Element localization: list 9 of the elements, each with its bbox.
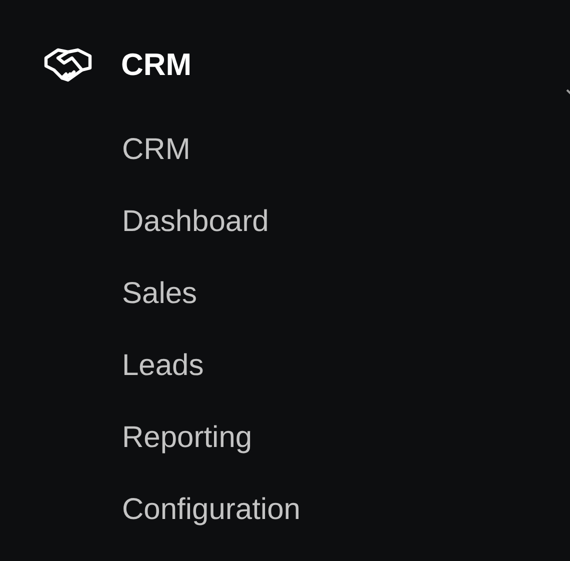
menu-item[interactable]: Sales <box>122 257 198 329</box>
menu-item[interactable]: Reporting <box>122 401 252 473</box>
menu-header[interactable]: CRM <box>0 30 570 100</box>
handshake-icon <box>44 48 92 82</box>
menu-item[interactable]: Dashboard <box>122 185 269 257</box>
menu-title: CRM <box>121 46 192 84</box>
menu-item[interactable]: Leads <box>122 329 204 401</box>
menu-item[interactable]: Configuration <box>122 473 300 545</box>
menu-item[interactable]: CRM <box>122 113 190 185</box>
